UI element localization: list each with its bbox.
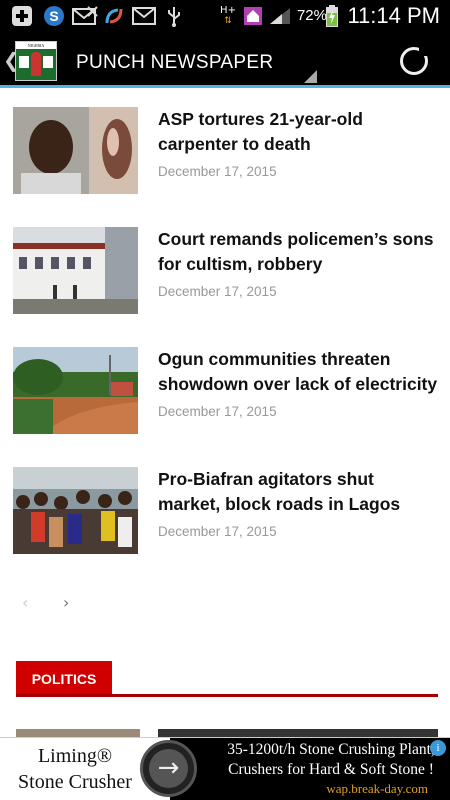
article-date: December 17, 2015 xyxy=(158,284,277,299)
status-bar: S H+ ⇅ 72% 11:14 PM xyxy=(0,0,450,32)
ad-copy: 35-1200t/h Stone Crushing Plant, Crusher… xyxy=(216,740,446,780)
ad-banner[interactable]: Liming® Stone Crusher 35-1200t/h Stone C… xyxy=(0,737,450,800)
article-thumbnail[interactable] xyxy=(13,347,138,434)
add-notification-icon xyxy=(10,5,34,27)
article-headline[interactable]: Pro-Biafran agitators shut market, block… xyxy=(158,467,438,517)
article-thumbnail[interactable] xyxy=(13,467,138,554)
ad-brand-line2: Stone Crusher xyxy=(18,771,132,793)
ad-url[interactable]: wap.break-day.com xyxy=(326,781,428,797)
mail-muted-icon xyxy=(72,5,98,27)
ad-arrow-button[interactable]: → xyxy=(140,740,197,797)
article-thumbnail[interactable] xyxy=(13,107,138,194)
app-s-icon: S xyxy=(42,5,66,27)
spinner-indicator-icon[interactable] xyxy=(304,70,317,83)
section-label-politics[interactable]: POLITICS xyxy=(16,661,112,694)
status-time: 11:14 PM xyxy=(347,3,440,28)
svg-text:S: S xyxy=(49,8,58,24)
sync-app-icon xyxy=(102,5,126,27)
pager-next-button[interactable]: › xyxy=(63,593,69,612)
app-title: PUNCH NEWSPAPER xyxy=(76,52,274,73)
pager-prev-button[interactable]: ‹ xyxy=(22,593,28,612)
signal-icon xyxy=(268,5,292,27)
article-item[interactable]: Court remands policemen’s sons for culti… xyxy=(0,227,450,327)
app-logo[interactable]: NIGERIA NEWSPAPER xyxy=(15,41,57,81)
battery-percent: 72% xyxy=(296,7,327,24)
article-item[interactable]: ASP tortures 21-year-old carpenter to de… xyxy=(0,107,450,207)
ad-copy-line1: 35-1200t/h Stone Crushing Plant, xyxy=(227,741,435,758)
usb-icon xyxy=(165,5,183,27)
article-date: December 17, 2015 xyxy=(158,404,277,419)
ad-info-icon[interactable]: i xyxy=(430,740,446,756)
article-item[interactable]: Pro-Biafran agitators shut market, block… xyxy=(0,467,450,567)
network-type-icon: H+ ⇅ xyxy=(220,5,236,27)
article-item[interactable]: Ogun communities threaten showdown over … xyxy=(0,347,450,447)
app-bar: ❮ NIGERIA NEWSPAPER PUNCH NEWSPAPER xyxy=(0,32,450,88)
ad-brand-block[interactable]: Liming® Stone Crusher xyxy=(0,738,150,800)
article-headline[interactable]: ASP tortures 21-year-old carpenter to de… xyxy=(158,107,438,157)
network-type-label: H+ xyxy=(220,5,236,16)
mail-icon xyxy=(132,5,156,27)
ad-text-block[interactable]: 35-1200t/h Stone Crushing Plant, Crusher… xyxy=(170,738,450,800)
article-date: December 17, 2015 xyxy=(158,524,277,539)
ad-brand-line1: Liming® xyxy=(37,745,113,767)
section-header: POLITICS xyxy=(16,661,438,697)
arrow-right-icon: → xyxy=(149,749,188,788)
article-headline[interactable]: Ogun communities threaten showdown over … xyxy=(158,347,438,397)
refresh-icon[interactable] xyxy=(400,46,429,75)
ad-copy-line2: Crushers for Hard & Soft Stone ! xyxy=(228,761,434,778)
article-thumbnail[interactable] xyxy=(13,227,138,314)
article-headline[interactable]: Court remands policemen’s sons for culti… xyxy=(158,227,438,277)
logo-text: NIGERIA NEWSPAPER xyxy=(16,42,56,49)
battery-charging-icon xyxy=(324,5,340,27)
home-icon xyxy=(243,5,263,27)
article-date: December 17, 2015 xyxy=(158,164,277,179)
